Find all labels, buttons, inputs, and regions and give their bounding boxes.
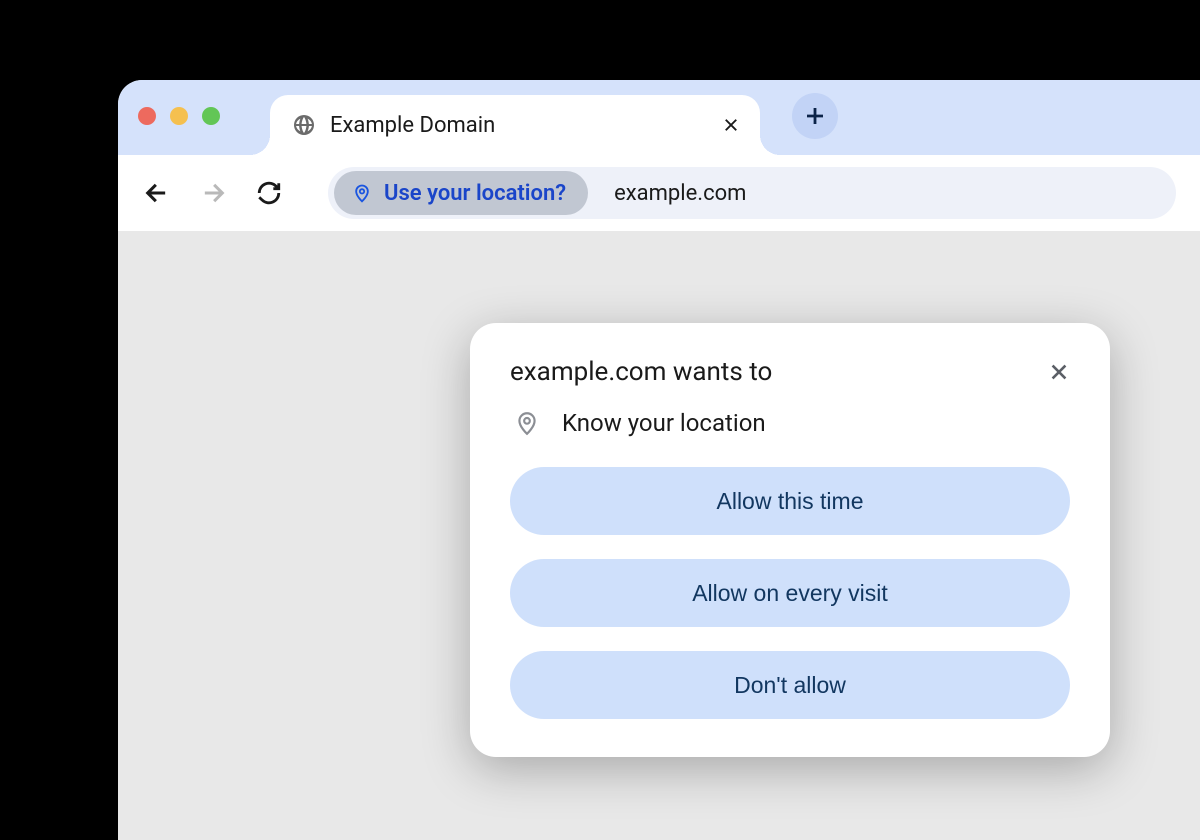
url-text: example.com [614, 181, 746, 206]
minimize-window-button[interactable] [170, 107, 188, 125]
location-pin-icon [352, 183, 372, 203]
permission-chip[interactable]: Use your location? [334, 171, 588, 215]
forward-button[interactable] [198, 178, 228, 208]
permission-row: Know your location [514, 409, 1070, 437]
browser-window: Example Domain Use your location? e [118, 80, 1200, 840]
toolbar: Use your location? example.com [118, 155, 1200, 231]
globe-icon [292, 113, 316, 137]
allow-once-button[interactable]: Allow this time [510, 467, 1070, 535]
new-tab-button[interactable] [792, 93, 838, 139]
close-popup-button[interactable] [1048, 361, 1070, 383]
tab-title: Example Domain [330, 113, 722, 138]
maximize-window-button[interactable] [202, 107, 220, 125]
address-bar[interactable]: Use your location? example.com [328, 167, 1176, 219]
tab-strip: Example Domain [118, 80, 1200, 155]
permission-popup: example.com wants to Know your location … [470, 323, 1110, 757]
close-window-button[interactable] [138, 107, 156, 125]
reload-button[interactable] [254, 178, 284, 208]
window-controls [138, 107, 220, 125]
browser-tab[interactable]: Example Domain [270, 95, 760, 155]
close-tab-button[interactable] [722, 116, 740, 134]
permission-description: Know your location [562, 409, 766, 437]
deny-button[interactable]: Don't allow [510, 651, 1070, 719]
back-button[interactable] [142, 178, 172, 208]
permission-chip-label: Use your location? [384, 181, 566, 206]
location-pin-icon [514, 410, 540, 436]
popup-title: example.com wants to [510, 357, 772, 387]
allow-always-button[interactable]: Allow on every visit [510, 559, 1070, 627]
